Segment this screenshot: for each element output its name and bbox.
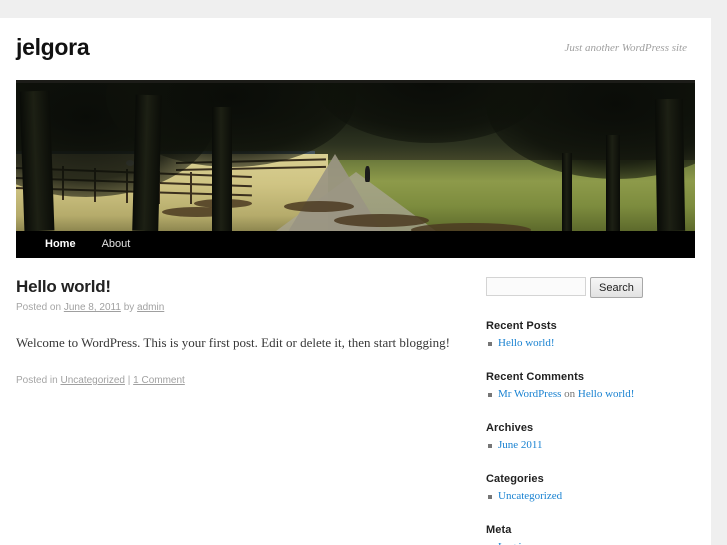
widget-categories: Categories Uncategorized xyxy=(486,472,681,504)
list-item: June 2011 xyxy=(486,438,681,453)
widget-list: Log in Entries RSS Comments RSS WordPres… xyxy=(486,540,681,545)
tree-trunk xyxy=(606,135,620,231)
widget-meta: Meta Log in Entries RSS Comments RSS Wor… xyxy=(486,523,681,545)
post-date-link[interactable]: June 8, 2011 xyxy=(64,302,121,313)
tree-trunk xyxy=(19,90,55,231)
nav-link-home[interactable]: Home xyxy=(32,231,89,258)
post-content: Welcome to WordPress. This is your first… xyxy=(16,334,472,352)
fence-post xyxy=(190,172,192,204)
footer-separator: | xyxy=(127,375,131,386)
page-container: jelgora Just another WordPress site Home… xyxy=(0,18,711,545)
page-top-gutter xyxy=(0,0,727,18)
leaf-pile xyxy=(411,223,531,231)
header-image-banner xyxy=(16,80,695,231)
main-content-area: Hello world! Posted on June 8, 2011 by a… xyxy=(0,258,711,545)
site-title-link[interactable]: jelgora xyxy=(16,34,90,60)
primary-column: Hello world! Posted on June 8, 2011 by a… xyxy=(16,276,486,545)
widget-title: Meta xyxy=(486,524,512,536)
post-footer: Posted in Uncategorized | 1 Comment xyxy=(16,374,472,388)
comment-on-label: on xyxy=(564,388,576,400)
search-form: Search xyxy=(486,277,681,298)
tree-trunk xyxy=(212,107,232,231)
nav-list: Home About xyxy=(32,231,143,258)
sidebar: Search Recent Posts Hello world! Recent … xyxy=(486,276,681,545)
walking-figure xyxy=(365,165,370,182)
list-item: Hello world! xyxy=(486,336,681,351)
nav-item-about[interactable]: About xyxy=(89,231,144,258)
widget-title: Recent Comments xyxy=(486,371,585,383)
widget-list: Hello world! xyxy=(486,336,681,351)
post-paragraph: Welcome to WordPress. This is your first… xyxy=(16,335,450,350)
search-input[interactable] xyxy=(486,277,586,296)
post-meta: Posted on June 8, 2011 by admin xyxy=(16,301,472,315)
post-article: Hello world! Posted on June 8, 2011 by a… xyxy=(16,276,472,388)
widget-list: June 2011 xyxy=(486,438,681,453)
by-label: by xyxy=(123,302,135,313)
comment-post-link[interactable]: Hello world! xyxy=(578,388,635,400)
posted-on-label: Posted on xyxy=(16,302,62,313)
site-description: Just another WordPress site xyxy=(564,42,687,54)
nav-item-home[interactable]: Home xyxy=(32,231,89,258)
comment-author-link[interactable]: Mr WordPress xyxy=(498,388,561,400)
site-branding: jelgora Just another WordPress site xyxy=(0,18,711,80)
post-title[interactable]: Hello world! xyxy=(16,276,472,297)
post-comments-link[interactable]: 1 Comment xyxy=(133,375,185,386)
list-item: Mr WordPress on Hello world! xyxy=(486,387,681,402)
meta-login-link[interactable]: Log in xyxy=(498,541,527,545)
tree-trunk xyxy=(654,98,686,231)
leaf-pile xyxy=(284,201,354,212)
widget-title: Categories xyxy=(486,473,544,485)
post-category-link[interactable]: Uncategorized xyxy=(60,375,124,386)
list-item: Log in xyxy=(486,540,681,545)
tree-trunk xyxy=(132,94,162,231)
leaf-pile xyxy=(334,214,429,227)
post-title-text: Hello world! xyxy=(16,277,111,296)
main-navigation: Home About xyxy=(16,231,695,258)
widget-list: Uncategorized xyxy=(486,489,681,504)
header-image xyxy=(16,83,695,231)
widget-recent-posts: Recent Posts Hello world! xyxy=(486,319,681,351)
recent-post-link[interactable]: Hello world! xyxy=(498,337,555,349)
posted-in-label: Posted in xyxy=(16,375,58,386)
tree-trunk xyxy=(562,153,572,231)
category-link[interactable]: Uncategorized xyxy=(498,490,562,502)
nav-link-about[interactable]: About xyxy=(89,231,144,258)
widget-title: Recent Posts xyxy=(486,320,557,332)
widget-title: Archives xyxy=(486,422,534,434)
post-author-link[interactable]: admin xyxy=(137,302,164,313)
widget-list: Mr WordPress on Hello world! xyxy=(486,387,681,402)
list-item: Uncategorized xyxy=(486,489,681,504)
widget-recent-comments: Recent Comments Mr WordPress on Hello wo… xyxy=(486,370,681,402)
widget-archives: Archives June 2011 xyxy=(486,421,681,453)
archive-link[interactable]: June 2011 xyxy=(498,439,543,451)
search-button[interactable]: Search xyxy=(590,277,643,298)
